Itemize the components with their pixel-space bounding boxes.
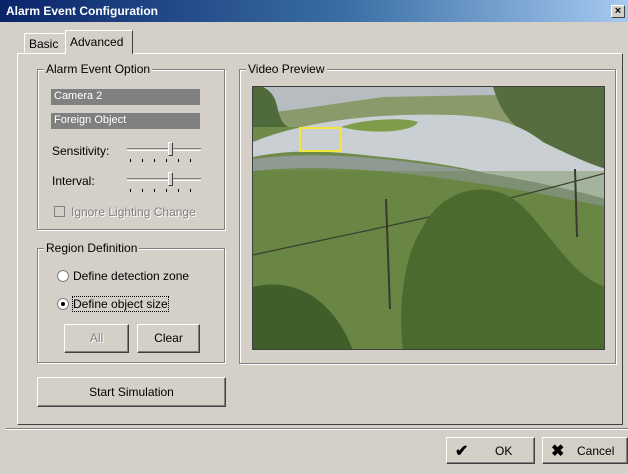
slider-tick xyxy=(130,189,131,192)
video-preview-title: Video Preview xyxy=(246,62,327,76)
sensitivity-slider[interactable] xyxy=(127,141,201,165)
slider-track xyxy=(127,148,201,151)
slider-thumb[interactable] xyxy=(168,172,173,186)
slider-tick xyxy=(154,189,155,192)
slider-tick xyxy=(178,159,179,162)
camera-frame xyxy=(253,87,604,349)
all-button[interactable]: All xyxy=(64,324,129,353)
window-title: Alarm Event Configuration xyxy=(6,4,159,18)
slider-tick xyxy=(190,159,191,162)
start-simulation-button[interactable]: Start Simulation xyxy=(37,377,226,407)
event-type-select[interactable]: Foreign Object xyxy=(51,113,200,129)
slider-tick xyxy=(178,189,179,192)
slider-tick xyxy=(166,159,167,162)
slider-tick xyxy=(154,159,155,162)
footer-separator xyxy=(6,428,628,430)
close-button[interactable]: × xyxy=(611,5,625,18)
ok-button[interactable]: ✔ OK xyxy=(446,437,535,464)
slider-track xyxy=(127,178,201,181)
slider-tick xyxy=(130,159,131,162)
tab-basic[interactable]: Basic xyxy=(24,33,66,53)
clear-button[interactable]: Clear xyxy=(137,324,200,353)
tab-advanced[interactable]: Advanced xyxy=(65,30,133,54)
ok-label: OK xyxy=(495,444,513,458)
cancel-label: Cancel xyxy=(577,444,615,458)
interval-slider[interactable] xyxy=(127,171,201,195)
slider-thumb[interactable] xyxy=(168,142,173,156)
radio-selected-dot xyxy=(61,302,65,306)
ignore-lighting-label: Ignore Lighting Change xyxy=(71,205,196,219)
region-definition-title: Region Definition xyxy=(44,241,140,255)
check-icon: ✔ xyxy=(455,443,469,460)
sensitivity-label: Sensitivity: xyxy=(52,144,110,158)
camera-select[interactable]: Camera 2 xyxy=(51,89,200,105)
video-preview[interactable] xyxy=(252,86,605,350)
slider-tick xyxy=(166,189,167,192)
slider-tick xyxy=(142,159,143,162)
object-size-label[interactable]: Define object size xyxy=(72,296,169,312)
slider-tick xyxy=(142,189,143,192)
slider-tick xyxy=(190,189,191,192)
detection-zone-radio[interactable] xyxy=(57,270,69,282)
detection-zone-label[interactable]: Define detection zone xyxy=(73,269,189,283)
object-size-radio[interactable] xyxy=(57,298,69,310)
alarm-event-option-title: Alarm Event Option xyxy=(44,62,153,76)
ignore-lighting-checkbox[interactable] xyxy=(54,206,65,217)
close-x-icon: ✖ xyxy=(551,443,565,460)
interval-label: Interval: xyxy=(52,174,95,188)
cancel-button[interactable]: ✖ Cancel xyxy=(542,437,628,464)
